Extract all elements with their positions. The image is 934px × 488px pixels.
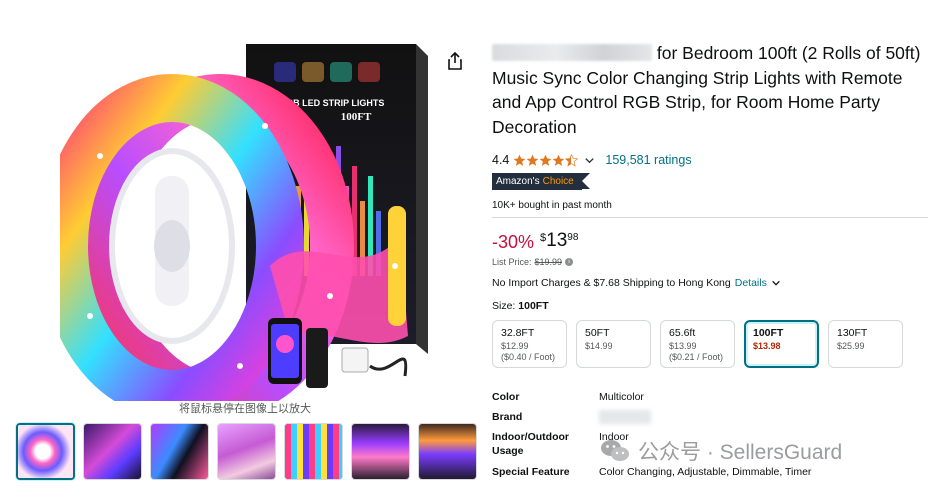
ratings-count-link[interactable]: 159,581 ratings: [605, 153, 691, 167]
star-rating[interactable]: [513, 153, 579, 167]
spec-value: Color Changing, Adjustable, Dimmable, Ti…: [599, 466, 812, 478]
hover-zoom-hint: 将鼠标悬停在图像上以放大: [179, 403, 311, 415]
size-option-name: 50FT: [585, 327, 610, 339]
size-option-price: $14.99: [585, 341, 613, 351]
box-length: 100FT: [341, 111, 372, 123]
watermark-text: 公众号 · SellersGuard: [638, 441, 843, 464]
size-option-65-6ft[interactable]: 65.6ft $13.99 ($0.21 / Foot): [660, 320, 735, 368]
info-icon[interactable]: i: [565, 258, 574, 266]
star-icon: [553, 154, 565, 166]
size-option-name: 65.6ft: [669, 327, 696, 339]
size-option-130ft[interactable]: 130FT $25.99: [828, 320, 903, 368]
share-icon[interactable]: [446, 51, 464, 71]
shipping-text: No Import Charges & $7.68 Shipping to Ho…: [492, 277, 731, 289]
size-option-unit-price: ($0.21 / Foot): [669, 352, 724, 362]
star-icon: [540, 154, 552, 166]
size-selected-value: 100FT: [518, 300, 549, 312]
spec-key: Brand: [492, 411, 523, 423]
shipping-info: No Import Charges & $7.68 Shipping to Ho…: [492, 277, 781, 289]
size-option-100ft[interactable]: 100FT $13.98: [744, 320, 819, 368]
size-option-name: 130FT: [837, 327, 868, 339]
thumbnail-4[interactable]: [217, 423, 276, 480]
discount-percent: -30%: [492, 232, 535, 252]
thumbnail-2[interactable]: [83, 423, 142, 480]
size-label-text: Size:: [492, 300, 516, 312]
spec-row-brand: Brand: [492, 410, 932, 430]
thumbnail-5[interactable]: [284, 423, 343, 480]
badge-prefix: Amazon's: [496, 176, 540, 187]
spec-value: Multicolor: [599, 391, 644, 403]
thumbnail-7[interactable]: [418, 423, 477, 480]
spec-value-redacted: [599, 410, 651, 430]
half-star-icon: [565, 153, 579, 167]
price-fraction: 98: [567, 232, 579, 243]
star-icon: [527, 154, 539, 166]
main-product-image[interactable]: RGB LED STRIP LIGHTS 100FT: [60, 36, 440, 401]
size-option-name: 100FT: [753, 327, 784, 339]
price-block: -30% $ 13 98: [492, 228, 578, 254]
size-option-price: $12.99: [501, 341, 529, 351]
size-option-price: $25.99: [837, 341, 865, 351]
spec-key: Special Feature: [492, 466, 570, 478]
spec-row-special-feature: Special Feature Color Changing, Adjustab…: [492, 465, 932, 485]
size-option-32-8ft[interactable]: 32.8FT $12.99 ($0.40 / Foot): [492, 320, 567, 368]
divider: [492, 217, 928, 218]
size-option-50ft[interactable]: 50FT $14.99: [576, 320, 651, 368]
size-option-price: $13.98: [753, 341, 781, 351]
chevron-down-icon[interactable]: [584, 155, 595, 166]
rating-value[interactable]: 4.4: [492, 153, 509, 167]
thumbnail-6[interactable]: [351, 423, 410, 480]
spec-key: Indoor/Outdoor Usage: [492, 431, 569, 457]
wechat-icon: [601, 440, 629, 461]
list-price-label: List Price:: [492, 257, 532, 267]
rating-row: 4.4 159,581 ratings: [492, 153, 692, 167]
size-option-price: $13.99: [669, 341, 697, 351]
shipping-details-link[interactable]: Details: [735, 277, 767, 289]
list-price: List Price: $19.99 i: [492, 257, 574, 267]
spec-key: Color: [492, 391, 520, 403]
price-whole: 13: [546, 230, 568, 251]
chevron-down-icon[interactable]: [771, 278, 781, 288]
size-option-name: 32.8FT: [501, 327, 535, 339]
spec-row-color: Color Multicolor: [492, 390, 932, 410]
amazons-choice-badge[interactable]: Amazon's Choice: [492, 173, 590, 190]
watermark: 公众号 · SellersGuard: [600, 436, 842, 466]
list-price-value: $19.99: [534, 257, 563, 267]
star-icon: [514, 154, 526, 166]
bought-past-month: 10K+ bought in past month: [492, 200, 612, 211]
product-title: for Bedroom 100ft (2 Rolls of 50ft) Musi…: [492, 41, 928, 139]
size-label: Size: 100FT: [492, 300, 549, 312]
badge-accent: Choice: [542, 176, 574, 187]
thumbnail-3[interactable]: [150, 423, 209, 480]
redacted-brand: [492, 44, 652, 61]
thumbnail-1[interactable]: [16, 423, 75, 480]
size-options: 32.8FT $12.99 ($0.40 / Foot) 50FT $14.99…: [492, 320, 903, 368]
thumbnail-strip: [16, 423, 477, 480]
size-option-unit-price: ($0.40 / Foot): [501, 352, 556, 362]
